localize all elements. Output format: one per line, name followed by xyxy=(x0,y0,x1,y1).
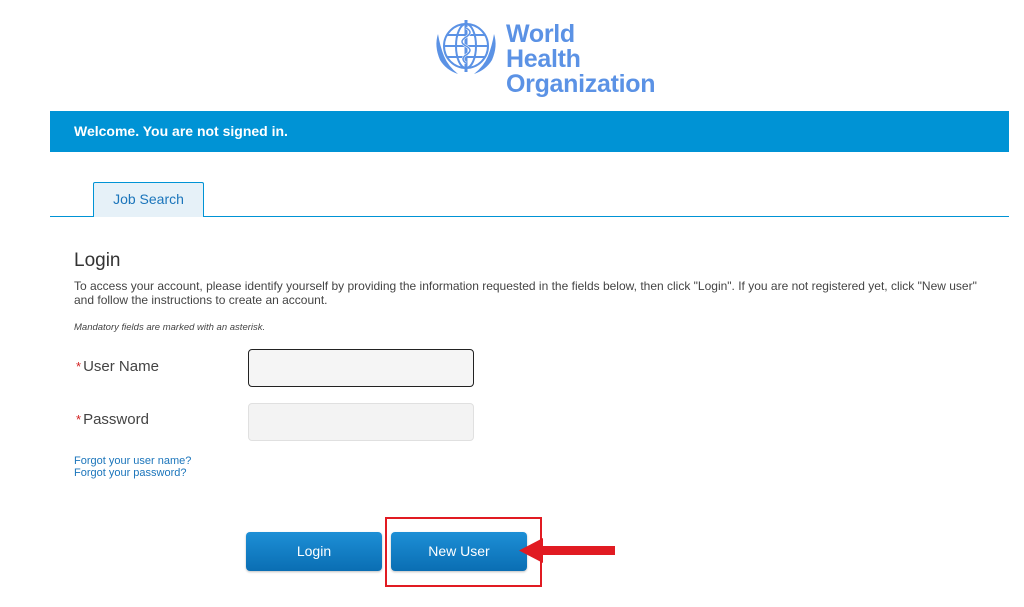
who-emblem-icon xyxy=(436,20,496,74)
password-field[interactable] xyxy=(248,403,474,441)
password-label-text: Password xyxy=(83,411,149,428)
forgot-password-link[interactable]: Forgot your password? xyxy=(74,467,191,479)
required-asterisk: * xyxy=(76,412,82,427)
password-label: * Password xyxy=(76,411,149,428)
forgot-username-link[interactable]: Forgot your user name? xyxy=(74,455,191,467)
help-links: Forgot your user name? Forgot your passw… xyxy=(74,455,191,479)
logo-line-2: Organization xyxy=(506,70,656,98)
arrow-left-icon xyxy=(519,538,615,563)
username-field[interactable] xyxy=(248,349,474,387)
tab-job-search[interactable]: Job Search xyxy=(93,182,204,217)
username-label: * User Name xyxy=(76,358,159,375)
page-title: Login xyxy=(74,250,121,271)
logo-line-1: World Health xyxy=(506,20,581,73)
login-instructions: To access your account, please identify … xyxy=(74,279,977,307)
welcome-bar: Welcome. You are not signed in. xyxy=(50,111,1009,152)
mandatory-note: Mandatory fields are marked with an aste… xyxy=(74,322,266,333)
who-logo: World Health Organization xyxy=(430,16,655,97)
login-button[interactable]: Login xyxy=(246,532,382,571)
required-asterisk: * xyxy=(76,359,82,374)
username-label-text: User Name xyxy=(83,358,159,375)
logo-text: World Health Organization xyxy=(506,22,655,97)
